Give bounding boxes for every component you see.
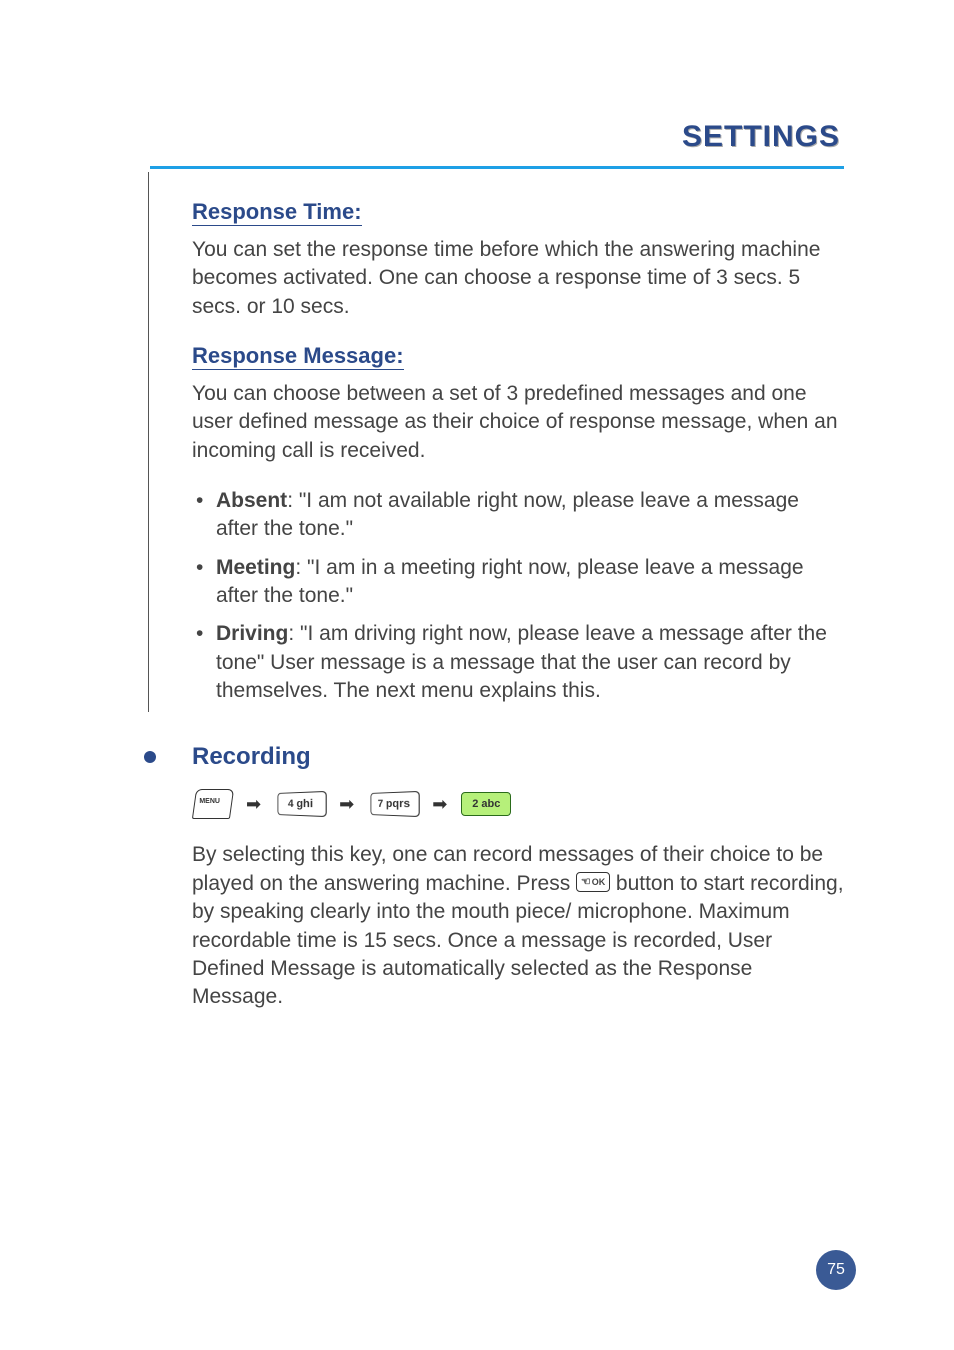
arrow-icon: ➡ <box>246 794 261 815</box>
response-message-list: Absent: "I am not available right now, p… <box>192 487 844 705</box>
page-number-badge: 75 <box>816 1250 856 1290</box>
list-item: Meeting: "I am in a meeting right now, p… <box>192 554 844 611</box>
arrow-icon: ➡ <box>432 794 447 815</box>
key-4ghi-icon: 4 ghi <box>278 791 327 817</box>
meeting-text: : "I am in a meeting right now, please l… <box>216 556 804 607</box>
meeting-label: Meeting <box>216 556 295 579</box>
menu-key-icon <box>192 789 234 819</box>
list-item: Absent: "I am not available right now, p… <box>192 487 844 544</box>
recording-section: Recording ➡ 4 ghi ➡ 7 pqrs ➡ 2 abc By se… <box>192 743 844 1011</box>
arrow-icon: ➡ <box>339 794 354 815</box>
recording-body: By selecting this key, one can record me… <box>192 841 844 1011</box>
response-time-heading: Response Time: <box>192 199 362 226</box>
driving-label: Driving <box>216 622 288 645</box>
vertical-rule <box>148 172 149 712</box>
response-message-intro: You can choose between a set of 3 predef… <box>192 380 844 465</box>
driving-text: : "I am driving right now, please leave … <box>216 622 827 702</box>
list-item: Driving: "I am driving right now, please… <box>192 620 844 705</box>
section-bullet-icon <box>144 751 156 763</box>
ok-key-icon: ☜OK <box>576 872 610 892</box>
key-sequence: ➡ 4 ghi ➡ 7 pqrs ➡ 2 abc <box>194 789 844 819</box>
response-time-body: You can set the response time before whi… <box>192 236 844 321</box>
response-message-heading: Response Message: <box>192 343 404 370</box>
absent-label: Absent <box>216 489 287 512</box>
absent-text: : "I am not available right now, please … <box>216 489 799 540</box>
hand-icon: ☜ <box>581 875 591 890</box>
header-divider <box>150 166 844 169</box>
recording-heading: Recording <box>192 743 844 771</box>
page-header-title: SETTINGS <box>150 120 844 154</box>
ok-key-label: OK <box>592 876 606 888</box>
key-7pqrs-icon: 7 pqrs <box>371 791 420 817</box>
key-2abc-icon: 2 abc <box>461 792 511 816</box>
